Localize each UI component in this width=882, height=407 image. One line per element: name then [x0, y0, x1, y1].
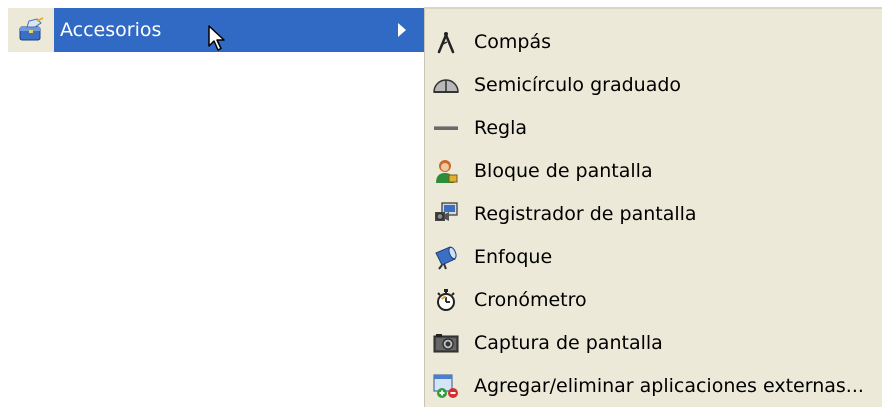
camera-icon [433, 330, 459, 356]
menu-item-captura-de-pantalla[interactable]: Captura de pantalla [425, 321, 882, 364]
compass-icon [433, 29, 459, 55]
menu-item-agregar-eliminar-aplicaciones[interactable]: Agregar/eliminar aplicaciones externas..… [425, 364, 882, 407]
add-remove-apps-icon [433, 373, 459, 399]
screen-recorder-icon [433, 201, 459, 227]
submenu-arrow-icon [398, 23, 406, 37]
menu-item-label: Agregar/eliminar aplicaciones externas..… [474, 374, 864, 397]
accessories-toolbox-icon [19, 17, 44, 41]
menu-item-label: Captura de pantalla [474, 331, 663, 354]
menu-item-label: Bloque de pantalla [474, 159, 653, 182]
stopwatch-icon [433, 287, 459, 313]
menu-item-regla[interactable]: Regla [425, 106, 882, 149]
menu-item-enfoque[interactable]: Enfoque [425, 235, 882, 278]
parent-menu-label: Accesorios [60, 19, 162, 41]
menu-item-label: Cronómetro [474, 288, 587, 311]
menu-item-registrador-de-pantalla[interactable]: Registrador de pantalla [425, 192, 882, 235]
screen-lock-person-icon [433, 158, 459, 184]
menu-item-label: Semicírculo graduado [474, 73, 682, 96]
menu-item-bloque-de-pantalla[interactable]: Bloque de pantalla [425, 149, 882, 192]
accessories-icon-cell [8, 8, 54, 52]
menu-item-label: Registrador de pantalla [474, 202, 697, 225]
spotlight-icon [433, 244, 459, 270]
menu-item-label: Compás [474, 30, 552, 53]
menu-item-cronometro[interactable]: Cronómetro [425, 278, 882, 321]
menu-item-label: Enfoque [474, 245, 553, 268]
menu-item-compas[interactable]: Compás [425, 20, 882, 63]
accesorios-label-cell: Accesorios [54, 8, 424, 52]
accesorios-submenu: Compás Semicírculo graduado Regla Bloque… [424, 9, 882, 407]
protractor-icon [433, 72, 459, 98]
menu-item-label: Regla [474, 116, 528, 139]
mouse-cursor-icon [208, 25, 225, 51]
ruler-icon [433, 115, 459, 141]
menu-item-semicirculo-graduado[interactable]: Semicírculo graduado [425, 63, 882, 106]
